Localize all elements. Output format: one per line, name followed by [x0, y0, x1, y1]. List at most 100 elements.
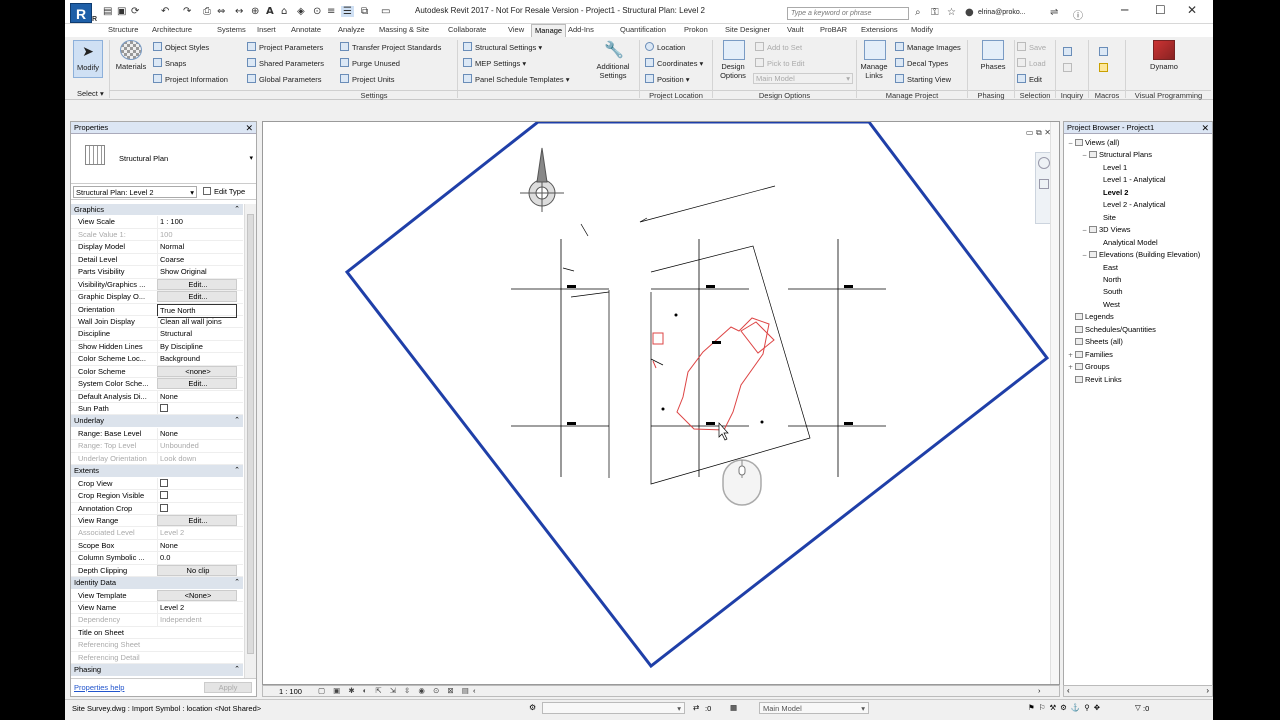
phases-button[interactable]: Phases: [975, 40, 1011, 71]
property-value[interactable]: None: [157, 539, 237, 552]
property-value[interactable]: Coarse: [157, 253, 237, 266]
group-phasing[interactable]: Phasing ⌃: [71, 664, 243, 677]
tab-insert[interactable]: Insert: [254, 24, 279, 37]
macro-manager-button[interactable]: [1099, 47, 1111, 57]
property-value[interactable]: 1 : 100: [157, 216, 237, 229]
collapse-icon[interactable]: ⌃: [234, 204, 240, 216]
filter-icon[interactable]: ▽: [1135, 703, 1141, 712]
property-value[interactable]: Normal: [157, 241, 237, 254]
collapse-icon[interactable]: ⌃: [234, 577, 240, 589]
browser-node[interactable]: Revit Links: [1068, 375, 1122, 384]
chevron-down-icon[interactable]: ▾: [249, 154, 253, 162]
subscription-icon[interactable]: ⚿: [931, 7, 939, 18]
property-value[interactable]: Level 2: [157, 602, 237, 614]
save-icon[interactable]: ▣: [117, 6, 126, 17]
property-button[interactable]: No clip: [157, 564, 237, 576]
collapse-icon[interactable]: ⌃: [234, 664, 240, 676]
scroll-right-icon[interactable]: ›: [1038, 686, 1041, 695]
property-value[interactable]: Clean all wall joins: [157, 315, 237, 328]
global-parameters-button[interactable]: Global Parameters: [247, 74, 322, 84]
design-option-select[interactable]: Main Model ▾: [759, 702, 869, 714]
checkbox[interactable]: [160, 404, 168, 412]
tab-quantification[interactable]: Quantification: [617, 24, 669, 37]
tab-add-ins[interactable]: Add-Ins: [565, 24, 597, 37]
browser-node[interactable]: + Families: [1068, 350, 1113, 359]
tab-extensions[interactable]: Extensions: [858, 24, 901, 37]
collapse-icon[interactable]: −: [1082, 227, 1089, 234]
property-value[interactable]: Show Original: [157, 266, 237, 279]
edit-type-button[interactable]: Edit Type: [203, 186, 245, 197]
browser-node[interactable]: Sheets (all): [1068, 337, 1123, 346]
design-options-status-icon[interactable]: ▦: [730, 703, 737, 712]
tab-site-designer[interactable]: Site Designer: [722, 24, 773, 37]
object-styles-button[interactable]: Object Styles: [153, 42, 209, 52]
tab-annotate[interactable]: Annotate: [288, 24, 324, 37]
inquiry-warnings-button[interactable]: [1063, 63, 1075, 73]
browser-node[interactable]: West: [1096, 300, 1120, 309]
location-button[interactable]: Location: [645, 42, 685, 52]
minimize-view-icon[interactable]: ▭: [1026, 128, 1034, 137]
browser-node[interactable]: − Structural Plans: [1082, 150, 1152, 159]
zoom-icon[interactable]: [1039, 179, 1049, 189]
apply-button[interactable]: Apply: [204, 682, 252, 693]
browser-node[interactable]: Analytical Model: [1096, 238, 1158, 247]
save-selection-button[interactable]: Save: [1017, 42, 1046, 52]
collapse-icon[interactable]: ⌃: [234, 465, 240, 477]
view-control-icons[interactable]: ▢ ▣ ✱ ◐ ⇱ ⇲ ⇳ ◉ ⊙ ⊠ ▤: [318, 686, 472, 695]
collapse-icon[interactable]: −: [1082, 152, 1089, 159]
browser-node[interactable]: + Groups: [1068, 362, 1110, 371]
property-button[interactable]: <none>: [157, 365, 237, 377]
properties-scrollbar[interactable]: [244, 204, 256, 678]
exchange-icon[interactable]: ⇌: [1050, 7, 1058, 18]
vertical-scrollbar[interactable]: [1050, 122, 1059, 684]
browser-node[interactable]: Level 1: [1096, 163, 1127, 172]
property-value[interactable]: Structural: [157, 328, 237, 341]
properties-help-link[interactable]: Properties help: [74, 683, 124, 692]
browser-scrollbar[interactable]: ‹ ›: [1063, 685, 1213, 697]
mep-settings-button[interactable]: MEP Settings ▾: [463, 58, 526, 68]
close-icon[interactable]: ✕: [1187, 3, 1197, 17]
position-button[interactable]: Position ▾: [645, 74, 690, 84]
selection-toggle-icons[interactable]: ⚑⚐⚒⚙⚓⚲✥: [1028, 703, 1104, 712]
structural-settings-button[interactable]: Structural Settings ▾: [463, 42, 542, 52]
drawing-area[interactable]: ▭ ⧉ ✕: [262, 121, 1060, 685]
browser-node[interactable]: Schedules/Quantities: [1068, 325, 1156, 334]
coordinates-button[interactable]: Coordinates ▾: [645, 58, 703, 68]
dimension-icon[interactable]: ↔: [235, 6, 243, 17]
group-identity-data[interactable]: Identity Data ⌃: [71, 577, 243, 590]
worksets-icon[interactable]: ⚙: [529, 703, 536, 712]
tab-massing-site[interactable]: Massing & Site: [376, 24, 432, 37]
tab-collaborate[interactable]: Collaborate: [445, 24, 489, 37]
materials-button[interactable]: Materials: [113, 40, 149, 71]
property-value[interactable]: 0.0: [157, 552, 237, 565]
help-icon[interactable]: ⓘ: [1073, 7, 1083, 22]
browser-node[interactable]: Level 2: [1096, 188, 1128, 197]
select-dropdown[interactable]: Select ▾: [77, 89, 104, 98]
3d-view-icon[interactable]: ⌂: [281, 6, 287, 17]
collapse-icon[interactable]: −: [1068, 140, 1075, 147]
collapse-icon[interactable]: −: [1082, 252, 1089, 259]
add-to-set-button[interactable]: Add to Set: [755, 42, 802, 52]
transfer-project-standards-button[interactable]: Transfer Project Standards: [340, 42, 441, 52]
checkbox[interactable]: [160, 491, 168, 500]
plan-canvas[interactable]: [263, 122, 1060, 685]
manage-links-button[interactable]: Manage Links: [858, 40, 892, 80]
property-checkbox[interactable]: [157, 403, 237, 415]
expand-icon[interactable]: +: [1068, 352, 1075, 359]
editing-requests-icon[interactable]: ⇄: [693, 703, 699, 712]
measure-icon[interactable]: ⇔: [217, 6, 225, 17]
tab-vault[interactable]: Vault: [784, 24, 807, 37]
tab-analyze[interactable]: Analyze: [335, 24, 368, 37]
open-icon[interactable]: ▤: [103, 6, 112, 17]
snaps-button[interactable]: Snaps: [153, 58, 186, 68]
workset-select[interactable]: ▾: [542, 702, 685, 714]
browser-node[interactable]: East: [1096, 263, 1118, 272]
property-value[interactable]: By Discipline: [157, 340, 237, 353]
view-scale[interactable]: 1 : 100: [279, 687, 302, 696]
undo-icon[interactable]: ↶: [161, 6, 169, 17]
starting-view-button[interactable]: Starting View: [895, 74, 951, 84]
thin-lines-icon[interactable]: ≡: [327, 6, 335, 17]
thin-lines-active-icon[interactable]: ☰: [341, 6, 354, 17]
tab-modify[interactable]: Modify: [908, 24, 936, 37]
browser-node[interactable]: − Elevations (Building Elevation): [1082, 250, 1200, 259]
